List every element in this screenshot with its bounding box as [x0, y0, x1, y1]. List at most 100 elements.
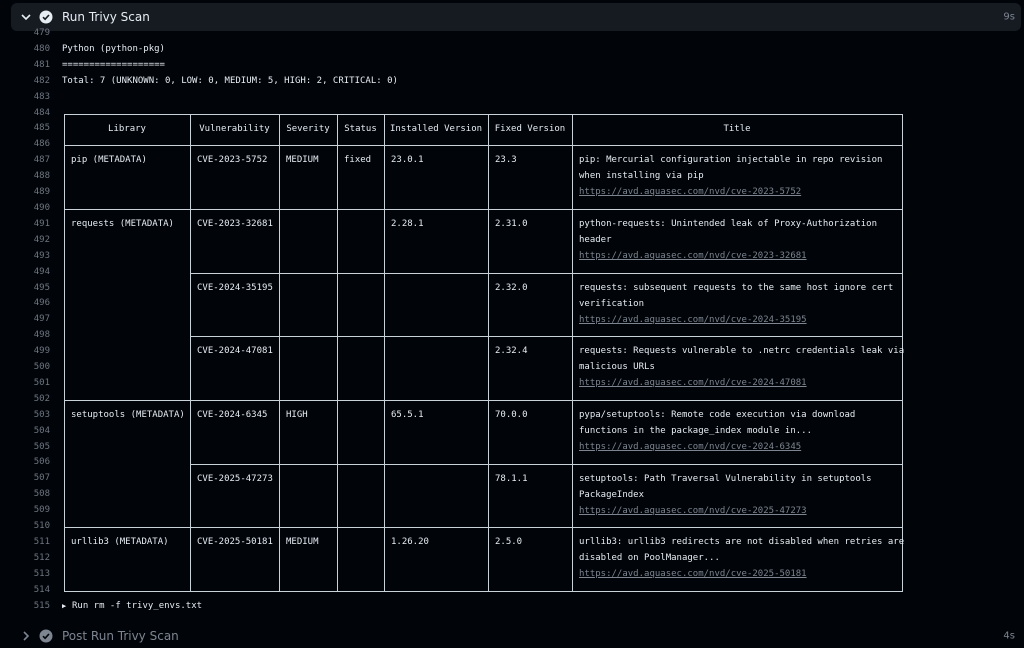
line-number[interactable]: 486	[0, 137, 50, 153]
log-line: 502	[0, 392, 1024, 408]
line-number[interactable]: 489	[0, 185, 50, 201]
log-line: 480 Python (python-pkg)	[0, 42, 1024, 58]
log-line: 511	[0, 535, 1024, 551]
log-line: 489	[0, 185, 1024, 201]
check-circle-icon	[39, 10, 53, 24]
advisory-link-text[interactable]: https://avd.aquasec.com/nvd/cve-2025-501…	[579, 569, 807, 579]
line-number[interactable]: 507	[0, 471, 50, 487]
log-line: 508	[0, 487, 1024, 503]
advisory-link-text[interactable]: https://avd.aquasec.com/nvd/cve-2025-472…	[579, 506, 807, 516]
log-line: 504	[0, 424, 1024, 440]
log-line: 487	[0, 153, 1024, 169]
log-output: 479 480 Python (python-pkg) 481 ============…	[0, 26, 1024, 615]
line-number[interactable]: 501	[0, 376, 50, 392]
log-text: Total: 7 (UNKNOWN: 0, LOW: 0, MEDIUM: 5,…	[62, 75, 398, 86]
line-number[interactable]: 491	[0, 217, 50, 233]
log-line: 485	[0, 121, 1024, 137]
log-line: 494	[0, 265, 1024, 281]
line-number[interactable]: 502	[0, 392, 50, 408]
line-number[interactable]: 511	[0, 535, 50, 551]
advisory-link-text[interactable]: https://avd.aquasec.com/nvd/cve-2024-470…	[579, 378, 807, 388]
line-number[interactable]: 510	[0, 519, 50, 535]
log-line: 491	[0, 217, 1024, 233]
chevron-right-icon[interactable]	[19, 629, 33, 643]
log-line: 488	[0, 169, 1024, 185]
line-number[interactable]: 514	[0, 583, 50, 599]
log-line: 484	[0, 106, 1024, 122]
log-line: 483	[0, 90, 1024, 106]
log-line: 498	[0, 328, 1024, 344]
line-number[interactable]: 483	[0, 90, 50, 106]
line-number[interactable]: 494	[0, 265, 50, 281]
line-number[interactable]: 479	[0, 26, 50, 42]
advisory-link-text[interactable]: https://avd.aquasec.com/nvd/cve-2024-634…	[579, 442, 801, 452]
advisory-link[interactable]: https://avd.aquasec.com/nvd/cve-2023-326…	[579, 249, 807, 265]
log-line: 482 Total: 7 (UNKNOWN: 0, LOW: 0, MEDIUM:…	[0, 74, 1024, 90]
line-number[interactable]: 490	[0, 201, 50, 217]
line-number[interactable]: 508	[0, 487, 50, 503]
log-line: 505	[0, 440, 1024, 456]
line-number[interactable]: 492	[0, 233, 50, 249]
log-text: ===================	[62, 59, 165, 70]
log-line: 481 ===================	[0, 58, 1024, 74]
line-number[interactable]: 493	[0, 249, 50, 265]
line-number[interactable]: 506	[0, 455, 50, 471]
line-number[interactable]: 497	[0, 312, 50, 328]
collapsed-group[interactable]: ▶ Run rm -f trivy_envs.txt	[62, 599, 202, 615]
advisory-link[interactable]: https://avd.aquasec.com/nvd/cve-2025-472…	[579, 504, 807, 520]
log-line: 499	[0, 344, 1024, 360]
line-number[interactable]: 504	[0, 424, 50, 440]
check-circle-icon	[39, 629, 53, 643]
expand-triangle-icon[interactable]: ▶	[62, 599, 72, 615]
log-line: 497	[0, 312, 1024, 328]
log-line: 512	[0, 551, 1024, 567]
log-line: 503	[0, 408, 1024, 424]
log-line: 493	[0, 249, 1024, 265]
log-line[interactable]: 515 ▶ Run rm -f trivy_envs.txt	[0, 599, 1024, 615]
log-line: 486	[0, 137, 1024, 153]
line-number[interactable]: 505	[0, 440, 50, 456]
log-line: 506	[0, 455, 1024, 471]
log-line: 490	[0, 201, 1024, 217]
advisory-link-text[interactable]: https://avd.aquasec.com/nvd/cve-2023-326…	[579, 251, 807, 261]
line-number[interactable]: 513	[0, 567, 50, 583]
log-line: 509	[0, 503, 1024, 519]
line-number[interactable]: 480	[0, 42, 50, 58]
line-number[interactable]: 515	[0, 599, 50, 615]
line-number[interactable]: 503	[0, 408, 50, 424]
log-line: 479	[0, 26, 1024, 42]
step-header-post-run-trivy-scan[interactable]: Post Run Trivy Scan 4s	[11, 624, 1021, 648]
chevron-down-icon[interactable]	[19, 10, 33, 24]
advisory-link-text[interactable]: https://avd.aquasec.com/nvd/cve-2023-575…	[579, 187, 801, 197]
log-text: Python (python-pkg)	[62, 43, 165, 54]
log-line: 501	[0, 376, 1024, 392]
advisory-link[interactable]: https://avd.aquasec.com/nvd/cve-2024-634…	[579, 440, 801, 456]
log-line: 507	[0, 471, 1024, 487]
line-number[interactable]: 488	[0, 169, 50, 185]
line-number[interactable]: 482	[0, 74, 50, 90]
line-number[interactable]: 499	[0, 344, 50, 360]
line-number[interactable]: 481	[0, 58, 50, 74]
line-number[interactable]: 500	[0, 360, 50, 376]
step-title: Run Trivy Scan	[62, 10, 150, 24]
advisory-link[interactable]: https://avd.aquasec.com/nvd/cve-2024-470…	[579, 376, 807, 392]
log-line: 496	[0, 296, 1024, 312]
log-line: 514	[0, 583, 1024, 599]
log-line: 495	[0, 281, 1024, 297]
line-number[interactable]: 485	[0, 121, 50, 137]
log-line: 510	[0, 519, 1024, 535]
step-title: Post Run Trivy Scan	[62, 629, 179, 643]
advisory-link[interactable]: https://avd.aquasec.com/nvd/cve-2023-575…	[579, 185, 801, 201]
step-duration: 4s	[1003, 630, 1015, 642]
advisory-link[interactable]: https://avd.aquasec.com/nvd/cve-2025-501…	[579, 567, 807, 583]
line-number[interactable]: 487	[0, 153, 50, 169]
advisory-link[interactable]: https://avd.aquasec.com/nvd/cve-2024-351…	[579, 313, 807, 329]
line-number[interactable]: 512	[0, 551, 50, 567]
line-number[interactable]: 498	[0, 328, 50, 344]
line-number[interactable]: 509	[0, 503, 50, 519]
step-duration: 9s	[1003, 11, 1015, 23]
advisory-link-text[interactable]: https://avd.aquasec.com/nvd/cve-2024-351…	[579, 315, 807, 325]
line-number[interactable]: 484	[0, 106, 50, 122]
line-number[interactable]: 495	[0, 281, 50, 297]
line-number[interactable]: 496	[0, 296, 50, 312]
